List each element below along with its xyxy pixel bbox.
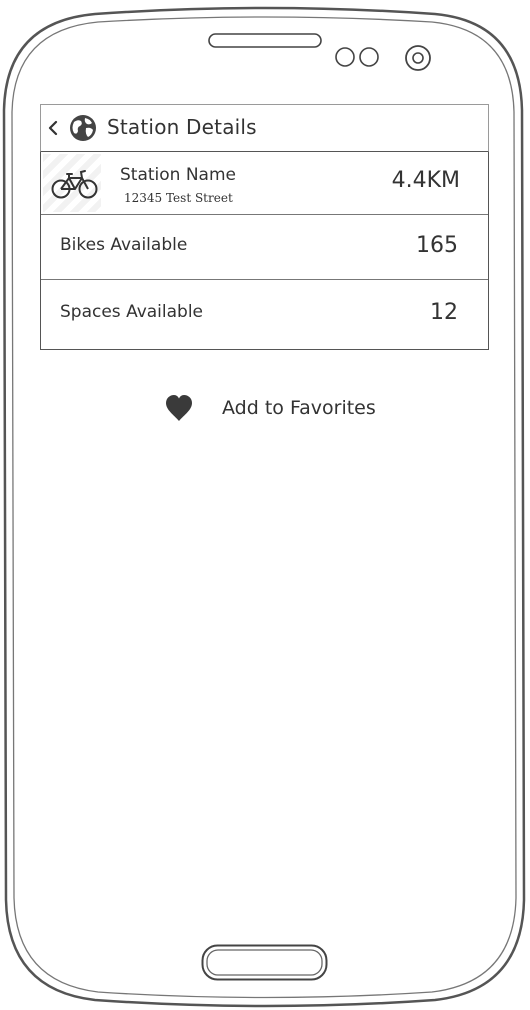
chevron-left-icon[interactable] — [46, 117, 60, 139]
add-to-favorites-button[interactable]: Add to Favorites — [160, 390, 390, 430]
phone-mockup: Station Details Station Name 12345 Test … — [0, 0, 530, 1010]
globe-icon — [70, 115, 96, 141]
spaces-available-value: 12 — [430, 300, 458, 325]
sensor-left — [335, 47, 355, 67]
spaces-available-row: Spaces Available 12 — [41, 280, 488, 348]
speaker-grille — [208, 33, 322, 48]
station-address: 12345 Test Street — [124, 191, 233, 205]
app-header: Station Details — [40, 104, 489, 152]
add-to-favorites-label: Add to Favorites — [222, 397, 376, 419]
station-name: Station Name — [120, 165, 236, 185]
heart-icon — [166, 395, 192, 421]
station-summary-row[interactable]: Station Name 12345 Test Street 4.4KM — [41, 152, 488, 215]
station-thumbnail — [43, 154, 101, 212]
bikes-available-row: Bikes Available 165 — [41, 215, 488, 280]
page-title: Station Details — [107, 115, 257, 139]
sensor-right — [359, 47, 379, 67]
bicycle-icon — [51, 170, 98, 199]
bikes-available-value: 165 — [416, 233, 458, 258]
bikes-available-label: Bikes Available — [60, 235, 188, 255]
home-button[interactable] — [201, 944, 328, 981]
station-distance: 4.4KM — [391, 168, 460, 193]
spaces-available-label: Spaces Available — [60, 302, 204, 322]
station-detail-list: Station Name 12345 Test Street 4.4KM Bik… — [40, 152, 489, 350]
